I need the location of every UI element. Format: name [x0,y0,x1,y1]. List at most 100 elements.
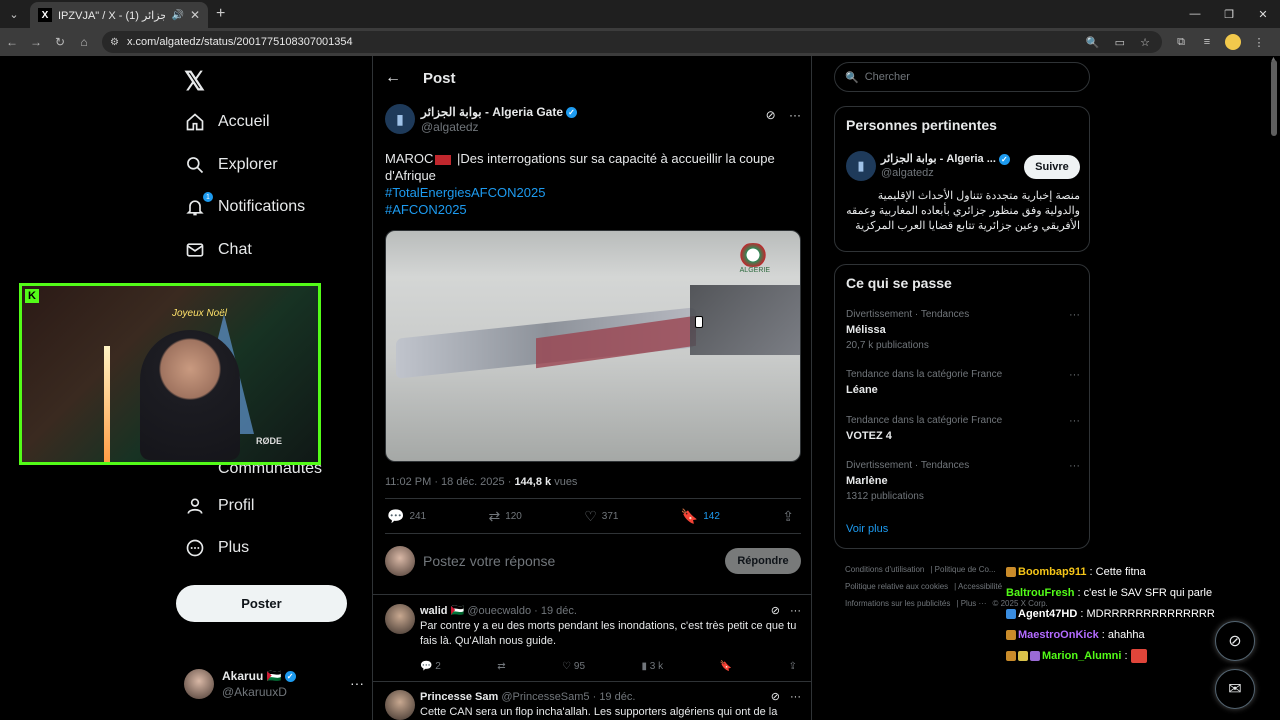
messages-fab-icon[interactable]: ✉ [1215,669,1255,709]
share-action[interactable]: ⇪ [789,659,797,674]
browser-profile-avatar[interactable] [1225,34,1241,50]
repost-action[interactable]: ⇄ [497,659,505,674]
avatar[interactable] [385,690,415,720]
hashtag-link[interactable]: #AFCON2025 [385,201,801,218]
reply-action[interactable]: 💬 2 [420,659,441,674]
nav-item-explore[interactable]: Explorer [184,145,278,185]
chat-badge-icon [1006,567,1016,578]
reply-button[interactable]: Répondre [725,548,801,574]
trend-more-icon[interactable]: ··· [1069,460,1080,472]
account-handle: @AkaruuxD [222,685,287,699]
trend-item[interactable]: Divertissement · Tendances Marlène 1312 … [846,460,1080,502]
chat-message: Boombap911 : Cette fitna [1006,562,1236,583]
reply-action[interactable]: 💬 241 [387,508,426,525]
like-action[interactable]: ♡ 371 [584,508,618,525]
site-info-icon[interactable]: ⚙ [110,37,119,48]
footer-link[interactable]: Politique relative aux cookies [845,582,948,591]
tab-search-icon[interactable]: ⌄ [2,3,26,25]
reload-icon[interactable]: ↻ [48,35,72,49]
cast-icon[interactable]: ▭ [1115,37,1125,49]
avatar[interactable]: ▮ [846,151,876,181]
new-tab-icon[interactable]: + [216,5,225,23]
account-switcher[interactable]: Akaruu 🇵🇸 ✓ @AkaruuxD ··· [184,669,364,699]
account-name: Akaruu 🇵🇸 [222,669,282,683]
scroll-thumb[interactable] [1271,60,1277,136]
grok-icon[interactable]: ⊘ [771,605,780,617]
stream-chat-overlay: Boombap911 : Cette fitna BaltrouFresh : … [1006,562,1236,667]
trend-category: Tendance dans la catégorie France [846,369,1003,380]
reading-list-icon[interactable]: ≡ [1194,36,1220,48]
footer-link[interactable]: Accessibilité [958,582,1002,591]
x-logo-icon[interactable]: 𝕏 [184,66,205,97]
nav-item-notifications[interactable]: 1 Notifications [184,187,305,227]
url-field[interactable]: ⚙ x.com/algatedz/status/2001775108307001… [102,31,1162,53]
nav-item-profile[interactable]: Profil [184,486,254,526]
post-video[interactable]: ALGERIE [385,230,801,462]
browser-tab[interactable]: X IPZVJA" / X - بوابة الجزائر (1) 🔊 ✕ [30,2,208,28]
like-action[interactable]: ♡ 95 [562,659,585,674]
post-column: ← Post ▮ بوابة الجزائر - Algeria Gate ✓ @… [372,56,812,720]
reply-more-icon[interactable]: ··· [790,691,801,703]
account-more-icon[interactable]: ··· [350,675,364,691]
bookmark-action[interactable]: 🔖 [720,659,732,674]
follow-button[interactable]: Suivre [1024,155,1080,179]
close-window-icon[interactable]: ✕ [1246,8,1280,21]
home-browser-icon[interactable]: ⌂ [72,35,96,49]
reply-author-name[interactable]: walid 🇵🇸 [420,605,464,617]
reply-author-handle[interactable]: @PrincesseSam5 · 19 déc. [501,691,635,703]
views-action[interactable]: ▮ 3 k [642,659,664,674]
chat-user: Agent47HD [1018,608,1078,620]
post-header: ← Post [373,56,811,100]
like-count: 371 [601,510,619,522]
nav-item-home[interactable]: Accueil [184,102,270,142]
share-action[interactable]: ⇪ [782,508,799,525]
trend-more-icon[interactable]: ··· [1069,415,1080,427]
extensions-icon[interactable]: ⧉ [1168,36,1194,49]
nav-item-chat[interactable]: Chat [184,230,252,270]
post-button[interactable]: Poster [176,585,347,622]
forward-icon[interactable]: → [24,35,48,49]
restore-icon[interactable]: ❐ [1212,8,1246,21]
related-handle[interactable]: @algatedz [881,167,934,179]
repost-action[interactable]: ⇄ 120 [488,508,521,525]
footer-link[interactable]: Plus ··· [961,599,987,608]
grok-icon[interactable]: ⊘ [766,108,776,122]
grok-icon[interactable]: ⊘ [771,691,780,703]
chat-user: Boombap911 [1018,566,1087,578]
grok-fab-icon[interactable]: ⊘ [1215,621,1255,661]
minimize-icon[interactable]: — [1178,8,1212,20]
search-input[interactable]: 🔍 Chercher [834,62,1090,92]
avatar[interactable] [385,604,415,634]
browser-menu-icon[interactable]: ⋮ [1246,36,1272,49]
page-scrollbar[interactable]: ▲ [1268,56,1280,720]
author-avatar[interactable]: ▮ [385,104,415,134]
author-name[interactable]: بوابة الجزائر - Algeria Gate [421,105,563,119]
footer-link[interactable]: Conditions d'utilisation [845,565,924,574]
reply-author-handle[interactable]: @ouecwaldo · 19 déc. [467,605,577,617]
zoom-icon[interactable]: 🔍 [1086,37,1100,49]
reply-more-icon[interactable]: ··· [790,605,801,617]
trend-item[interactable]: Tendance dans la catégorie France VOTEZ … [846,415,1080,442]
bookmark-action[interactable]: 🔖 142 [681,508,720,525]
reply-input[interactable]: Postez votre réponse [423,553,725,569]
card-title: Ce qui se passe [846,275,952,291]
show-more-link[interactable]: Voir plus [846,523,888,535]
close-tab-icon[interactable]: ✕ [190,8,200,22]
nav-item-more[interactable]: Plus [184,528,249,568]
back-arrow-icon[interactable]: ← [385,69,401,87]
trend-more-icon[interactable]: ··· [1069,309,1080,321]
bookmark-star-icon[interactable]: ☆ [1140,37,1150,49]
trend-more-icon[interactable]: ··· [1069,369,1080,381]
footer-link[interactable]: Informations sur les publicités [845,599,950,608]
trend-item[interactable]: Tendance dans la catégorie France Léane … [846,369,1080,396]
related-name[interactable]: بوابة الجزائر - Algeria ... ✓ [881,152,1010,165]
reply-author-name[interactable]: Princesse Sam [420,691,498,703]
hashtag-link[interactable]: #TotalEnergiesAFCON2025 [385,184,801,201]
back-icon[interactable]: ← [0,35,24,49]
post-more-icon[interactable]: ··· [789,108,801,122]
footer-link[interactable]: Politique de Co... [935,565,996,574]
author-handle[interactable]: @algatedz [421,120,577,134]
trend-item[interactable]: Divertissement · Tendances Mélissa 20,7 … [846,309,1080,351]
speaker-icon[interactable]: 🔊 [171,10,183,21]
neon-sign: Joyeux Noël [172,308,228,319]
